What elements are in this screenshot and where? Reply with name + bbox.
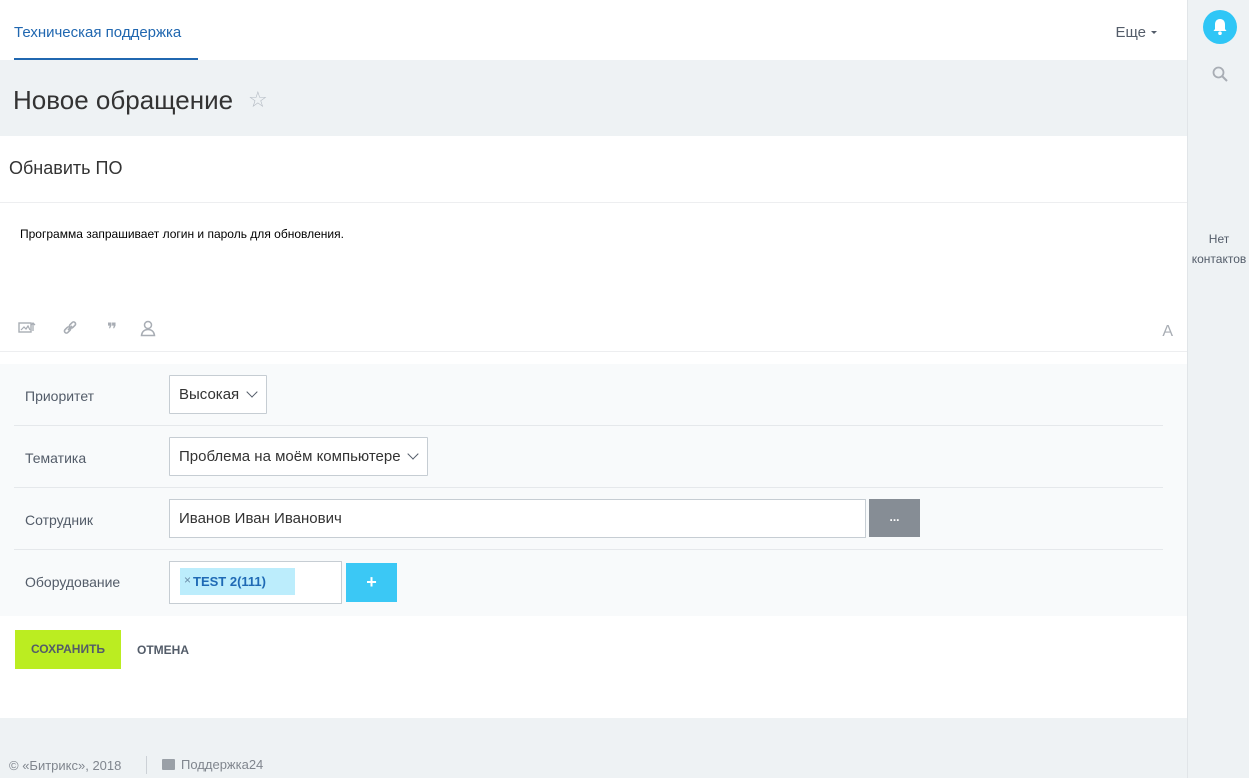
more-label: Еще	[1115, 24, 1146, 41]
save-button[interactable]: СОХРАНИТЬ	[15, 630, 121, 669]
equipment-tag: × TEST 2(111)	[180, 568, 295, 595]
mention-user-icon[interactable]	[138, 320, 158, 340]
title-bar: Новое обращение ☆	[0, 60, 1187, 136]
ticket-form-card: Обнавить ПО Программа запрашивает логин …	[0, 136, 1187, 718]
text-format-icon[interactable]: A	[1162, 323, 1173, 341]
right-sidebar: Нет контактов	[1187, 0, 1249, 778]
tab-tech-support[interactable]: Техническая поддержка	[14, 24, 181, 41]
ticket-properties: Приоритет Высокая Тематика Проблема на м…	[0, 364, 1187, 616]
more-menu-button[interactable]: Еще	[1115, 24, 1157, 41]
file-upload-icon[interactable]	[17, 320, 37, 340]
priority-row: Приоритет Высокая	[0, 364, 1187, 426]
subject-field[interactable]: Обнавить ПО	[9, 158, 122, 179]
employee-picker-button[interactable]: ...	[869, 499, 920, 537]
page-title: Новое обращение	[13, 85, 234, 115]
chat-icon	[162, 759, 175, 770]
chevron-down-icon	[246, 386, 258, 398]
support-link[interactable]: Поддержка24	[162, 757, 263, 772]
top-navigation: Техническая поддержка Еще	[0, 0, 1187, 60]
equipment-label: Оборудование	[25, 574, 121, 590]
notifications-button[interactable]	[1203, 10, 1237, 44]
copyright-text: © «Битрикс», 2018	[9, 758, 122, 773]
message-editor[interactable]: Программа запрашивает логин и пароль для…	[20, 227, 344, 241]
support-label: Поддержка24	[181, 757, 264, 772]
priority-select[interactable]: Высокая	[169, 375, 267, 414]
topic-value: Проблема на моём компьютере	[179, 448, 401, 465]
chevron-down-icon	[407, 448, 419, 460]
footer: © «Битрикс», 2018 Поддержка24	[0, 718, 1187, 778]
quote-icon[interactable]: ❞	[102, 320, 122, 340]
no-contacts-line2: контактов	[1191, 252, 1247, 266]
remove-tag-icon[interactable]: ×	[184, 573, 191, 587]
topic-row: Тематика Проблема на моём компьютере	[0, 426, 1187, 488]
bell-icon	[1213, 19, 1227, 35]
link-icon[interactable]	[60, 320, 80, 340]
priority-label: Приоритет	[25, 388, 95, 404]
caret-down-icon	[1151, 30, 1157, 34]
topic-select[interactable]: Проблема на моём компьютере	[169, 437, 428, 476]
search-icon[interactable]	[1212, 66, 1228, 87]
cancel-button[interactable]: ОТМЕНА	[137, 643, 189, 657]
employee-input[interactable]: Иванов Иван Иванович	[169, 499, 866, 538]
add-equipment-button[interactable]: +	[346, 563, 397, 602]
no-contacts-line1: Нет	[1208, 232, 1230, 246]
footer-divider	[146, 756, 147, 774]
topic-label: Тематика	[25, 450, 87, 466]
divider	[0, 202, 1187, 203]
no-contacts-text: Нет контактов	[1188, 229, 1249, 269]
employee-label: Сотрудник	[25, 512, 94, 528]
equipment-tag-field[interactable]: × TEST 2(111)	[169, 561, 342, 604]
priority-value: Высокая	[179, 386, 240, 403]
employee-row: Сотрудник Иванов Иван Иванович ...	[0, 488, 1187, 550]
equipment-row: Оборудование × TEST 2(111) +	[0, 550, 1187, 612]
divider	[0, 351, 1187, 352]
star-icon[interactable]: ☆	[248, 87, 268, 113]
equipment-tag-label: TEST 2(111)	[193, 574, 266, 589]
